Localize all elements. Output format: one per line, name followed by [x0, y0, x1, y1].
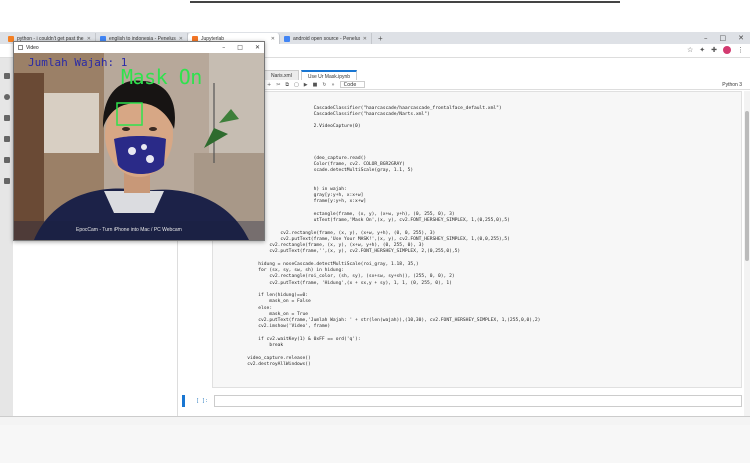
- top-margin: [0, 0, 750, 32]
- active-cell-indicator: [182, 395, 185, 407]
- star-icon[interactable]: ☆: [687, 46, 693, 54]
- extensions-icon[interactable]: [3, 178, 10, 184]
- google-icon: [284, 35, 290, 42]
- face-count-overlay: Jumlah Wajah: 1: [28, 56, 128, 69]
- maximize-button[interactable]: □: [720, 34, 727, 42]
- tab-naris-xml[interactable]: Naris.xml: [264, 70, 299, 80]
- bottom-band: [0, 425, 750, 463]
- paste-icon[interactable]: ▢: [294, 82, 299, 88]
- window-icon: [18, 45, 23, 50]
- webcam-frame: Jumlah Wajah: 1 Mask On EpocCam - Turn i…: [14, 53, 264, 240]
- video-window[interactable]: Video – □ ✕ Jumlah Wajah: 1 Mask On Epoc…: [13, 41, 265, 241]
- restart-icon[interactable]: ↻: [322, 82, 326, 88]
- browser-window-controls: – □ ✕: [704, 32, 744, 43]
- maximize-button[interactable]: □: [237, 44, 243, 51]
- kernel-name[interactable]: Python 3: [722, 82, 742, 88]
- scroll-thumb[interactable]: [745, 111, 749, 261]
- notebook-scrollbar[interactable]: [744, 91, 750, 416]
- browser-tab[interactable]: android open source - Penelusu ✕: [280, 33, 372, 44]
- running-icon[interactable]: [3, 94, 10, 100]
- menu-icon[interactable]: ⋮: [737, 46, 744, 54]
- extension-icon[interactable]: ✦: [699, 46, 705, 54]
- stop-icon[interactable]: ■: [313, 82, 318, 88]
- run-icon[interactable]: ▶: [304, 82, 308, 88]
- close-button[interactable]: ✕: [255, 44, 260, 51]
- webcam-watermark: EpocCam - Turn iPhone into Mac / PC Webc…: [76, 227, 182, 233]
- cut-icon[interactable]: ✂: [276, 82, 280, 88]
- cell-type-select[interactable]: Code: [339, 81, 366, 88]
- tab-use-ur-mask[interactable]: Use Ur Mask.ipynb: [300, 70, 358, 80]
- puzzle-icon[interactable]: ✚: [711, 46, 717, 54]
- video-window-controls: – □ ✕: [222, 42, 260, 53]
- notebook-toolbar: + ✂ ⧉ ▢ ▶ ■ ↻ » Code: [264, 80, 750, 90]
- top-divider: [190, 1, 620, 3]
- git-icon[interactable]: [3, 115, 10, 121]
- screen: python - i couldn't get past the ✕ engli…: [0, 0, 750, 463]
- new-tab-button[interactable]: +: [372, 33, 389, 44]
- minimize-button[interactable]: –: [704, 34, 708, 42]
- run-all-icon[interactable]: »: [332, 82, 335, 88]
- notebook-tabs: Naris.xml Use Ur Mask.ipynb: [264, 70, 358, 80]
- cell-input[interactable]: [214, 395, 742, 407]
- video-title: Video: [26, 44, 39, 51]
- mask-status-overlay: Mask On: [121, 65, 202, 89]
- code-line: cv2.destroyAllWindows(): [214, 361, 311, 367]
- close-icon[interactable]: ✕: [271, 36, 275, 42]
- activity-bar: [0, 58, 13, 416]
- close-icon[interactable]: ✕: [363, 36, 367, 42]
- copy-icon[interactable]: ⧉: [285, 82, 289, 88]
- folder-icon[interactable]: [3, 73, 10, 79]
- close-button[interactable]: ✕: [738, 34, 744, 42]
- profile-avatar[interactable]: [723, 46, 731, 54]
- empty-cell[interactable]: [ ]:: [182, 395, 744, 407]
- taskbar-area: [0, 416, 750, 463]
- toolbar-icons: ☆ ✦ ✚ ⋮: [687, 46, 744, 54]
- cell-prompt: [ ]:: [196, 398, 209, 404]
- commands-icon[interactable]: [3, 136, 10, 142]
- tabs-icon[interactable]: [3, 157, 10, 163]
- minimize-button[interactable]: –: [222, 44, 225, 51]
- add-cell-icon[interactable]: +: [267, 82, 271, 88]
- tab-label: android open source - Penelusu: [293, 35, 360, 42]
